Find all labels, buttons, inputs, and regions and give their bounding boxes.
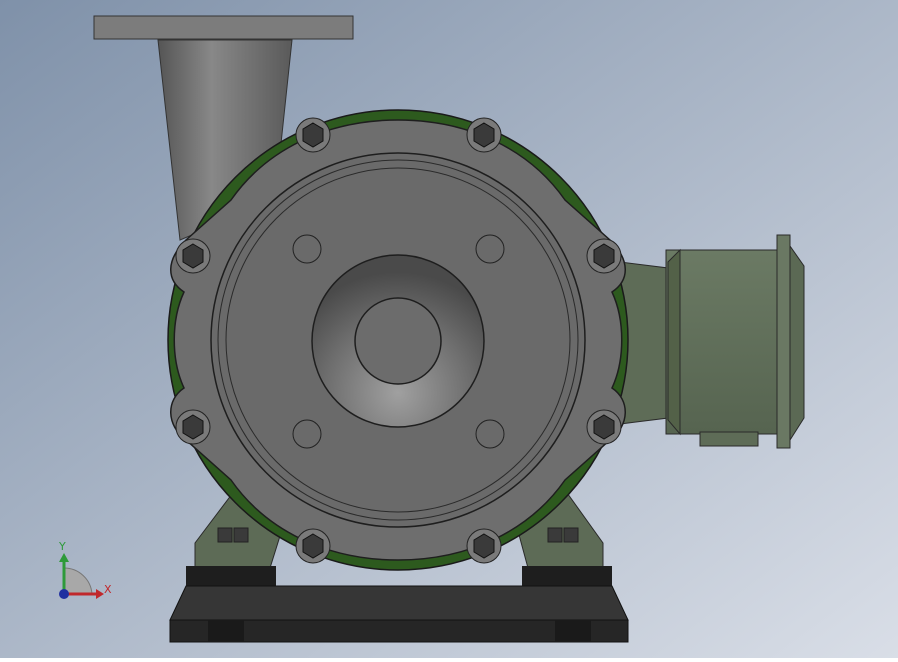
bolt-icon — [586, 238, 622, 274]
bolt-icon — [295, 528, 331, 564]
y-axis-label: Y — [58, 540, 66, 553]
x-axis-label: X — [104, 583, 112, 596]
3d-viewport[interactable]: X Y — [0, 0, 898, 658]
suction-eye[interactable] — [311, 254, 485, 428]
bolt-icon — [175, 238, 211, 274]
bolt-icon — [295, 117, 331, 153]
bolt-icon — [466, 528, 502, 564]
bolt-icon — [586, 409, 622, 445]
bolt-icon — [466, 117, 502, 153]
bolt-icon — [175, 409, 211, 445]
motor-housing[interactable] — [619, 234, 805, 449]
